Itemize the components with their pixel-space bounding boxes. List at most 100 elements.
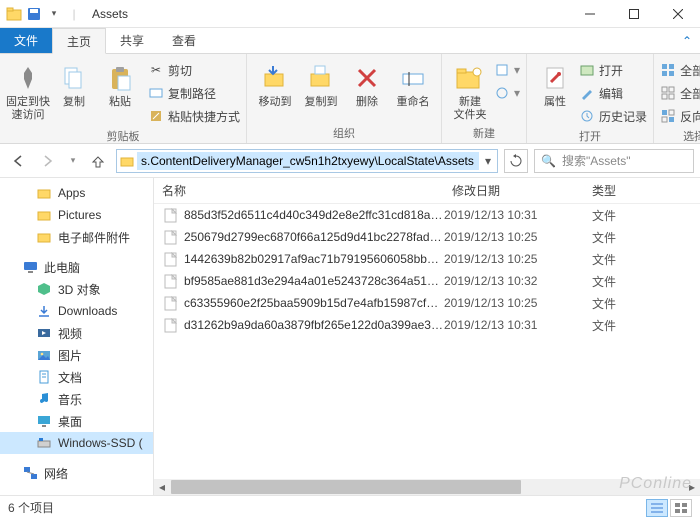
- selectnone-icon: [660, 85, 676, 101]
- videos-icon: [36, 325, 52, 341]
- table-row[interactable]: 250679d2799ec6870f66a125d9d41bc2278fada0…: [154, 226, 700, 248]
- file-date: 2019/12/13 10:31: [444, 208, 584, 222]
- edit-icon: [579, 85, 595, 101]
- table-row[interactable]: bf9585ae881d3e294a4a01e5243728c364a510d3…: [154, 270, 700, 292]
- table-row[interactable]: 885d3f52d6511c4d40c349d2e8e2ffc31cd818a4…: [154, 204, 700, 226]
- file-rows[interactable]: 885d3f52d6511c4d40c349d2e8e2ffc31cd818a4…: [154, 204, 700, 479]
- file-name: d31262b9a9da60a3879fbf265e122d0a399ae3b6…: [180, 318, 444, 332]
- scroll-left-icon[interactable]: ◂: [154, 480, 170, 494]
- tab-view[interactable]: 查看: [158, 28, 210, 53]
- view-details-button[interactable]: [646, 499, 668, 517]
- view-icons-button[interactable]: [670, 499, 692, 517]
- maximize-button[interactable]: [612, 0, 656, 28]
- copyto-button[interactable]: 复制到: [299, 58, 343, 109]
- objects3d-icon: [36, 281, 52, 297]
- forward-button[interactable]: [36, 149, 60, 173]
- table-row[interactable]: d31262b9a9da60a3879fbf265e122d0a399ae3b6…: [154, 314, 700, 336]
- sidebar-item-email[interactable]: 电子邮件附件: [0, 226, 153, 248]
- drive-icon: [36, 435, 52, 451]
- scroll-thumb[interactable]: [171, 480, 521, 494]
- newfolder-button[interactable]: 新建 文件夹: [448, 58, 492, 122]
- sidebar-item-network[interactable]: 网络: [0, 462, 153, 484]
- minimize-button[interactable]: [568, 0, 612, 28]
- copypath-button[interactable]: 复制路径: [148, 83, 240, 103]
- search-input[interactable]: 🔍 搜索"Assets": [534, 149, 694, 173]
- horizontal-scrollbar[interactable]: ◂ ▸: [154, 479, 700, 495]
- file-type: 文件: [584, 251, 616, 268]
- open-button[interactable]: 打开: [579, 60, 647, 80]
- window-title: Assets: [92, 7, 128, 21]
- history-icon: [579, 108, 595, 124]
- paste-button[interactable]: 粘贴: [98, 58, 142, 109]
- file-type: 文件: [584, 229, 616, 246]
- col-date[interactable]: 修改日期: [444, 182, 584, 199]
- ribbon-collapse-icon[interactable]: ⌃: [674, 28, 700, 53]
- cut-icon: ✂: [148, 62, 164, 78]
- sidebar-item-desktop[interactable]: 桌面: [0, 410, 153, 432]
- path-icon: [148, 85, 164, 101]
- rename-button[interactable]: 重命名: [391, 58, 435, 109]
- newitem-button[interactable]: ▾: [494, 60, 520, 80]
- table-row[interactable]: 1442639b82b02917af9ac71b79195606058bb4fa…: [154, 248, 700, 270]
- invert-button[interactable]: 反向选择: [660, 106, 700, 126]
- pasteshortcut-button[interactable]: 粘贴快捷方式: [148, 106, 240, 126]
- sidebar-item-3d[interactable]: 3D 对象: [0, 278, 153, 300]
- properties-button[interactable]: 属性: [533, 58, 577, 109]
- tab-file[interactable]: 文件: [0, 28, 52, 53]
- documents-icon: [36, 369, 52, 385]
- file-icon: [160, 230, 180, 245]
- file-name: 1442639b82b02917af9ac71b79195606058bb4fa…: [180, 252, 444, 266]
- sidebar-item-apps[interactable]: Apps: [0, 182, 153, 204]
- rename-icon: [397, 62, 429, 94]
- save-icon[interactable]: [26, 6, 42, 22]
- easyaccess-button[interactable]: ▾: [494, 83, 520, 103]
- edit-button[interactable]: 编辑: [579, 83, 647, 103]
- open-icon: [579, 62, 595, 78]
- sidebar-item-thispc[interactable]: 此电脑: [0, 256, 153, 278]
- back-button[interactable]: [6, 149, 30, 173]
- pin-button[interactable]: 固定到快 速访问: [6, 58, 50, 122]
- file-type: 文件: [584, 295, 616, 312]
- invert-icon: [660, 108, 676, 124]
- address-dropdown-icon[interactable]: ▾: [479, 154, 497, 168]
- up-button[interactable]: [86, 149, 110, 173]
- refresh-button[interactable]: [504, 149, 528, 173]
- tab-home[interactable]: 主页: [52, 28, 106, 54]
- col-name[interactable]: 名称: [154, 182, 444, 199]
- address-path[interactable]: s.ContentDeliveryManager_cw5n1h2txyewy\L…: [137, 152, 479, 170]
- sidebar-item-videos[interactable]: 视频: [0, 322, 153, 344]
- file-date: 2019/12/13 10:25: [444, 230, 584, 244]
- close-button[interactable]: [656, 0, 700, 28]
- address-bar[interactable]: s.ContentDeliveryManager_cw5n1h2txyewy\L…: [116, 149, 498, 173]
- col-type[interactable]: 类型: [584, 182, 700, 199]
- recent-dropdown[interactable]: ▾: [66, 149, 80, 173]
- folder-icon: [36, 229, 52, 245]
- history-button[interactable]: 历史记录: [579, 106, 647, 126]
- scroll-right-icon[interactable]: ▸: [684, 480, 700, 494]
- file-type: 文件: [584, 207, 616, 224]
- sidebar-item-ssd[interactable]: Windows-SSD (: [0, 432, 153, 454]
- sidebar-item-music[interactable]: 音乐: [0, 388, 153, 410]
- music-icon: [36, 391, 52, 407]
- sidebar-item-downloads[interactable]: Downloads: [0, 300, 153, 322]
- column-headers[interactable]: 名称 修改日期 类型: [154, 178, 700, 204]
- file-date: 2019/12/13 10:25: [444, 296, 584, 310]
- sidebar[interactable]: Apps Pictures 电子邮件附件 此电脑 3D 对象 Downloads…: [0, 178, 154, 495]
- cut-button[interactable]: ✂剪切: [148, 60, 240, 80]
- selectall-button[interactable]: 全部选择: [660, 60, 700, 80]
- delete-button[interactable]: 删除: [345, 58, 389, 109]
- table-row[interactable]: c63355960e2f25baa5909b15d7e4afb15987cf96…: [154, 292, 700, 314]
- separator-icon: |: [66, 6, 82, 22]
- sidebar-item-pictures[interactable]: Pictures: [0, 204, 153, 226]
- file-date: 2019/12/13 10:25: [444, 252, 584, 266]
- qat-dropdown-icon[interactable]: ▾: [46, 6, 62, 22]
- moveto-button[interactable]: 移动到: [253, 58, 297, 109]
- file-name: bf9585ae881d3e294a4a01e5243728c364a510d3…: [180, 274, 444, 288]
- selectnone-button[interactable]: 全部取消: [660, 83, 700, 103]
- sidebar-item-images[interactable]: 图片: [0, 344, 153, 366]
- downloads-icon: [36, 303, 52, 319]
- copy-button[interactable]: 复制: [52, 58, 96, 109]
- tab-share[interactable]: 共享: [106, 28, 158, 53]
- sidebar-item-documents[interactable]: 文档: [0, 366, 153, 388]
- address-folder-icon: [117, 154, 137, 168]
